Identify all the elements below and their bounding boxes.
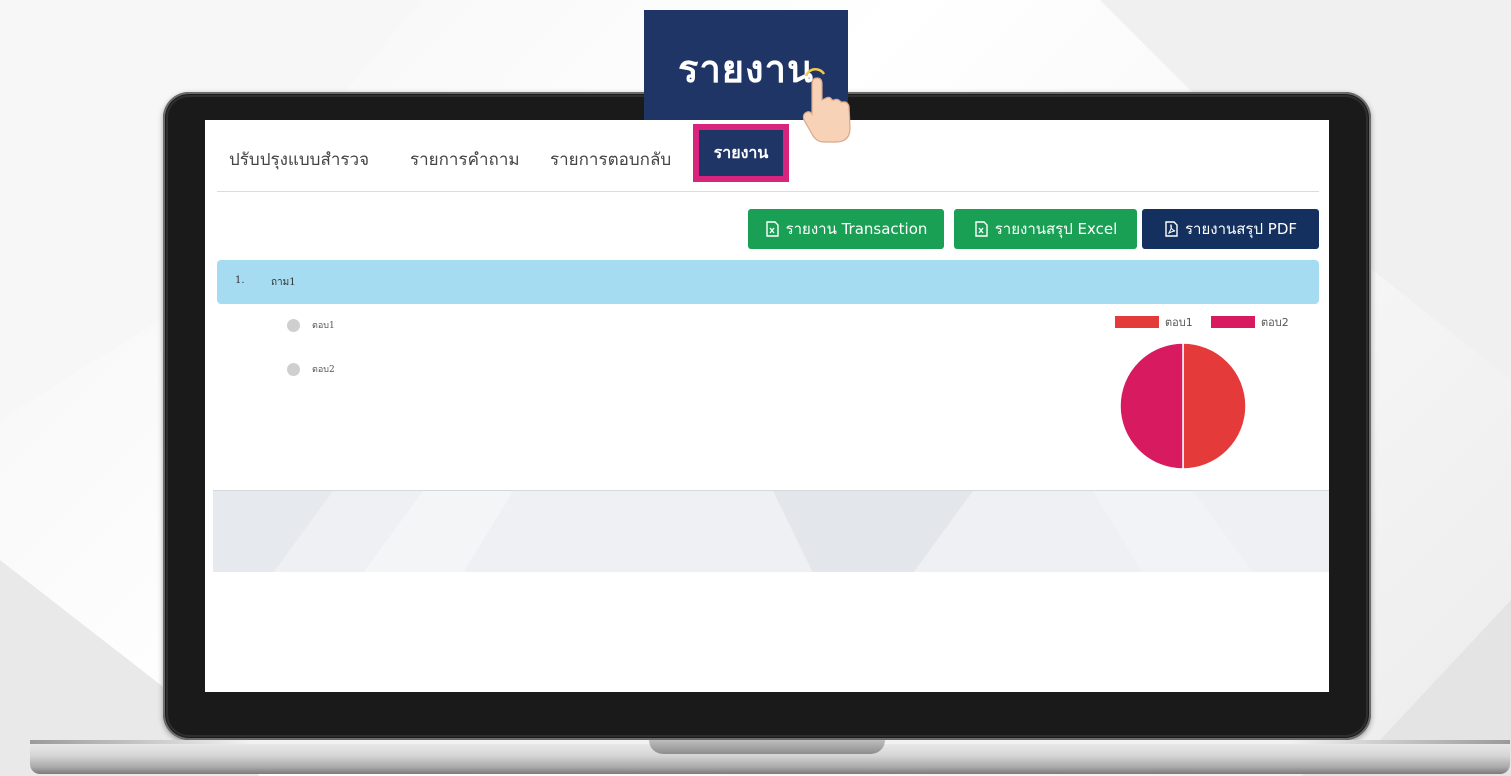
pdf-summary-button[interactable]: รายงานสรุป PDF [1142, 209, 1319, 249]
callout-label: รายงาน [678, 46, 814, 91]
question-number: 1. [235, 275, 245, 286]
legend-label: ตอบ1 [1165, 316, 1193, 329]
answer-option: ตอบ2 [287, 362, 335, 376]
pointing-hand-icon [802, 67, 851, 143]
tab-report[interactable]: รายงาน [699, 130, 783, 176]
pdf-file-icon [1165, 221, 1178, 237]
radio-dot-icon [287, 318, 300, 332]
tab-edit-survey[interactable]: ปรับปรุงแบบสำรวจ [229, 146, 369, 173]
legend-swatch[interactable] [1211, 316, 1255, 328]
answer-pie-chart: ตอบ1 ตอบ2 [1115, 316, 1289, 470]
excel-summary-label: รายงานสรุป Excel [994, 220, 1118, 238]
excel-file-icon [765, 221, 779, 237]
pdf-summary-label: รายงานสรุป PDF [1185, 220, 1297, 238]
footer-pattern [213, 491, 1253, 572]
answer-label: ตอบ1 [312, 321, 335, 331]
pie-slice-2[interactable] [1119, 342, 1184, 470]
footer-band [213, 490, 1329, 572]
tab-report-highlight[interactable]: รายงาน [693, 124, 789, 182]
question-row: 1. ถาม1 [217, 260, 1319, 304]
laptop-notch [649, 740, 885, 754]
excel-file-icon [975, 221, 988, 237]
excel-summary-button[interactable]: รายงานสรุป Excel [954, 209, 1137, 249]
pie-slice-1[interactable] [1182, 342, 1247, 470]
transaction-report-label: รายงาน Transaction [785, 220, 928, 238]
legend-swatch[interactable] [1115, 316, 1159, 328]
answer-label: ตอบ2 [312, 365, 335, 375]
answer-option: ตอบ1 [287, 318, 335, 332]
legend-label: ตอบ2 [1261, 316, 1289, 329]
transaction-report-button[interactable]: รายงาน Transaction [748, 209, 944, 249]
tab-questions[interactable]: รายการคำถาม [410, 146, 520, 173]
laptop-screen: ปรับปรุงแบบสำรวจ รายการคำถาม รายการตอบกล… [205, 120, 1329, 692]
question-text: ถาม1 [271, 277, 296, 288]
nav-tabs: ปรับปรุงแบบสำรวจ รายการคำถาม รายการตอบกล… [217, 124, 1319, 192]
radio-dot-icon [287, 362, 300, 376]
tab-responses[interactable]: รายการตอบกลับ [550, 146, 671, 173]
